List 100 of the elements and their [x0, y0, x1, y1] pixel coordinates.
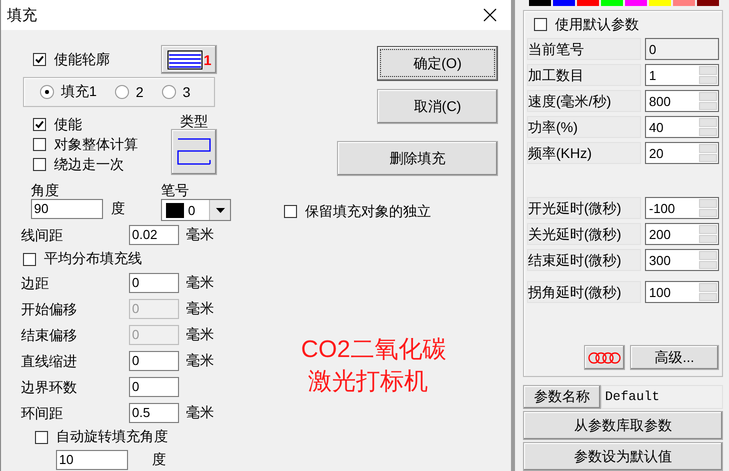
check-icon	[34, 54, 45, 65]
spinner[interactable]	[699, 92, 717, 110]
field-label: 结束偏移	[21, 326, 78, 344]
input-field[interactable]: 10	[56, 450, 128, 470]
dropdown-button[interactable]	[209, 200, 230, 220]
input-field[interactable]: 0	[129, 377, 179, 397]
checkbox-label: 使用默认参数	[555, 16, 639, 34]
unit-label: 度	[111, 200, 125, 218]
checkbox-label: 对象整体计算	[54, 136, 138, 154]
input-field[interactable]: 0	[129, 273, 179, 293]
spinner[interactable]	[699, 118, 717, 136]
input-field[interactable]: 0.02	[129, 225, 179, 245]
parameter-label: 开光延时(微秒)	[527, 197, 641, 219]
parameter-name-field[interactable]: Default	[601, 385, 723, 409]
unit-label: 毫米	[186, 274, 214, 292]
field-label: 笔号	[161, 181, 190, 199]
checkbox[interactable]	[33, 118, 46, 131]
unit-label: 毫米	[186, 326, 214, 344]
type-label: 类型	[180, 113, 208, 129]
spinner[interactable]	[699, 144, 717, 162]
parameter-label: 频率(KHz)	[527, 142, 641, 164]
rings-button[interactable]	[584, 345, 625, 370]
input-field[interactable]: 20	[645, 142, 719, 164]
caret-icon	[216, 208, 224, 212]
input-field[interactable]: 40	[645, 116, 719, 138]
input-field[interactable]: 300	[645, 249, 719, 271]
input-field[interactable]: 90	[31, 199, 103, 219]
radio-label: 3	[182, 84, 190, 100]
input-field[interactable]: 200	[645, 223, 719, 245]
checkbox[interactable]	[35, 430, 48, 444]
dialog-button[interactable]: 删除填充	[337, 141, 498, 176]
color-swatch[interactable]	[553, 0, 575, 6]
radio-button[interactable]	[40, 85, 54, 99]
pen-color-swatch	[166, 202, 184, 218]
color-swatch[interactable]	[649, 0, 671, 6]
unit-label: 毫米	[186, 300, 214, 318]
checkbox[interactable]	[534, 18, 547, 31]
parameter-name-button[interactable]: 参数名称	[523, 385, 601, 409]
checkbox-label: 使能	[54, 116, 82, 134]
spinner[interactable]	[699, 225, 717, 243]
checkbox[interactable]	[33, 158, 46, 171]
field-label: 开始偏移	[21, 300, 78, 318]
input-field[interactable]: 0	[645, 38, 719, 60]
radio-button[interactable]	[162, 85, 176, 99]
unit-label: 毫米	[186, 226, 214, 244]
parameter-label: 加工数目	[527, 64, 641, 86]
radio-button[interactable]	[114, 85, 129, 99]
parameter-button[interactable]: 参数设为默认值	[523, 442, 723, 471]
spinner[interactable]	[699, 283, 717, 301]
checkbox-label: 绕边走一次	[54, 156, 124, 174]
field-label: 线间距	[21, 226, 64, 244]
parameter-label: 结束延时(微秒)	[527, 249, 641, 271]
color-swatch[interactable]	[529, 0, 551, 6]
input-field[interactable]: 800	[645, 90, 719, 112]
dialog-button[interactable]: 取消(C)	[377, 89, 498, 124]
field-label: 角度	[31, 181, 60, 199]
input-field[interactable]: -100	[645, 197, 719, 219]
spinner[interactable]	[699, 251, 717, 269]
caption-text: CO2二氧化碳	[301, 335, 446, 365]
checkbox-label: 使能轮廓	[54, 50, 110, 68]
dialog-button[interactable]: 确定(O)	[377, 46, 498, 81]
checkbox[interactable]	[33, 138, 46, 151]
color-swatch[interactable]	[673, 0, 695, 6]
radio-label: 填充1	[61, 83, 97, 101]
fill-type-button[interactable]	[171, 129, 217, 175]
rings-icon	[588, 352, 622, 364]
parameter-label: 功率(%)	[527, 116, 641, 138]
color-swatch[interactable]	[697, 0, 719, 6]
pen-dropdown[interactable]: 0	[161, 199, 231, 221]
input-field[interactable]: 1	[645, 64, 719, 86]
field-label: 边距	[21, 274, 50, 292]
unit-label: 毫米	[186, 352, 214, 370]
input-field[interactable]: 100	[645, 281, 719, 303]
spinner[interactable]	[699, 66, 717, 84]
parameter-label: 当前笔号	[527, 38, 641, 60]
spinner[interactable]	[699, 199, 717, 217]
checkbox[interactable]	[33, 53, 46, 66]
field-label: 环间距	[21, 404, 64, 422]
parameter-button[interactable]: 从参数库取参数	[523, 411, 723, 440]
input-field[interactable]: 0	[129, 351, 179, 371]
checkbox-label: 保留填充对象的独立	[305, 202, 431, 220]
parameter-label: 关光延时(微秒)	[527, 223, 641, 245]
color-swatch[interactable]	[625, 0, 647, 6]
field-label: 边界环数	[21, 378, 78, 396]
window-title: 填充	[7, 6, 37, 24]
check-icon	[34, 119, 45, 130]
radio-label: 2	[136, 84, 144, 100]
color-swatch[interactable]	[601, 0, 623, 6]
checkbox[interactable]	[23, 252, 36, 266]
parameter-label: 拐角延时(微秒)	[527, 281, 641, 303]
checkbox-label: 自动旋转填充角度	[56, 428, 168, 446]
parameter-label: 速度(毫米/秒)	[527, 90, 641, 112]
input-field[interactable]: 0.5	[129, 403, 179, 423]
caption-text: 激光打标机	[307, 367, 429, 397]
checkbox[interactable]	[284, 205, 297, 218]
close-icon[interactable]	[483, 8, 497, 22]
color-swatch[interactable]	[577, 0, 599, 6]
field-label: 直线缩进	[21, 352, 78, 370]
hatch-icon	[166, 50, 203, 70]
advanced-button[interactable]: 高级...	[630, 345, 719, 370]
